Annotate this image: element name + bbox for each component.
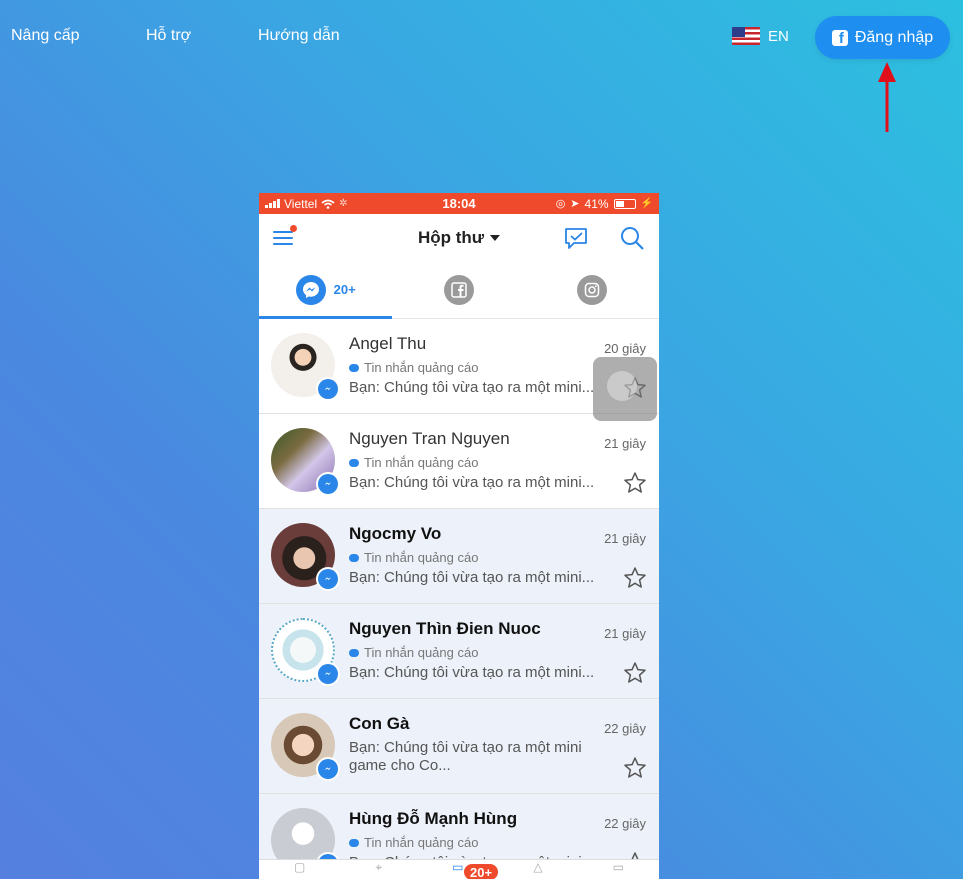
message-time: 22 giây	[604, 816, 646, 831]
nav-support-link[interactable]: Hỗ trợ	[146, 27, 191, 45]
menu-icon[interactable]	[273, 224, 297, 247]
star-icon[interactable]	[623, 566, 647, 590]
message-time: 22 giây	[604, 721, 646, 736]
red-arrow-icon	[878, 62, 896, 132]
facebook-icon	[443, 274, 474, 305]
bell-icon[interactable]: △	[533, 860, 542, 879]
bottom-tab-bar: ▢ ⌖ ▭ △ ▭	[259, 859, 659, 879]
message-preview: Bạn: Chúng tôi vừa tạo ra một mini game …	[349, 739, 582, 774]
login-button[interactable]: f Đăng nhập	[815, 16, 950, 59]
platform-tabs: 20+	[259, 261, 659, 319]
lock-rotation-icon: ◎	[555, 198, 566, 210]
battery-label: 41%	[584, 196, 609, 211]
tab-facebook[interactable]	[392, 261, 525, 318]
inbox-title-dropdown[interactable]: Hộp thư	[417, 227, 501, 248]
briefcase-icon[interactable]: ▭	[613, 860, 624, 879]
loading-icon: ✲	[339, 198, 348, 209]
tab-messenger[interactable]: 20+	[259, 261, 393, 319]
nav-guide-link[interactable]: Hướng dẫn	[258, 27, 340, 45]
store-icon[interactable]: ▢	[294, 860, 305, 879]
message-time: 21 giây	[604, 626, 646, 641]
carrier-label: Viettel	[284, 196, 318, 211]
location-icon: ➤	[570, 198, 580, 210]
battery-icon	[613, 198, 636, 209]
message-preview: Bạn: Chúng tôi vừa tạo ra một mini...	[349, 664, 595, 681]
charging-icon: ⚡	[640, 198, 653, 209]
conversation-row[interactable]: Nguyen Thìn Đien Nuoc Tin nhắn quảng cáo…	[259, 604, 659, 699]
message-time: 21 giây	[604, 531, 646, 546]
message-time: 20 giây	[604, 341, 646, 356]
wifi-icon	[321, 199, 335, 209]
signal-icon	[265, 199, 280, 208]
touch-indicator	[593, 357, 657, 421]
messenger-badge-icon	[316, 377, 340, 401]
ad-message-tag: Tin nhắn quảng cáo	[349, 454, 659, 471]
nav-upgrade-link[interactable]: Nâng cấp	[11, 27, 80, 45]
language-selector[interactable]: EN	[732, 27, 789, 45]
app-header: Hộp thư	[259, 214, 659, 261]
tab-instagram[interactable]	[526, 261, 659, 318]
messenger-icon	[295, 274, 326, 305]
message-time: 21 giây	[604, 436, 646, 451]
message-preview: Bạn: Chúng tôi vừa tạo ra một mini...	[349, 569, 595, 586]
phone-screen: Viettel ✲ 18:04 ◎ ➤ 41% ⚡ Hộp thư 20+ An…	[259, 193, 659, 879]
messenger-count: 20+	[333, 282, 356, 297]
ad-message-tag: Tin nhắn quảng cáo	[349, 834, 659, 851]
messenger-badge-icon	[316, 567, 340, 591]
conversation-row[interactable]: Ngocmy Vo Tin nhắn quảng cáo Bạn: Chúng …	[259, 509, 659, 604]
notification-dot	[290, 224, 297, 232]
facebook-icon: f	[831, 29, 848, 46]
ad-message-tag: Tin nhắn quảng cáo	[349, 549, 659, 566]
messenger-badge-icon	[316, 662, 340, 686]
search-icon[interactable]	[619, 225, 645, 251]
star-icon[interactable]	[623, 661, 647, 685]
pin-icon[interactable]: ⌖	[375, 860, 382, 879]
caret-down-icon	[490, 234, 501, 241]
inbox-title: Hộp thư	[417, 227, 485, 247]
status-bar: Viettel ✲ 18:04 ◎ ➤ 41% ⚡	[259, 193, 659, 214]
ad-message-tag: Tin nhắn quảng cáo	[349, 644, 659, 661]
message-preview: Bạn: Chúng tôi vừa tạo ra một mini...	[349, 474, 595, 491]
star-icon[interactable]	[623, 471, 647, 495]
status-time: 18:04	[442, 196, 476, 211]
mark-read-icon[interactable]	[563, 225, 589, 251]
star-icon[interactable]	[623, 756, 647, 780]
login-label: Đăng nhập	[854, 28, 934, 46]
messenger-badge-icon	[316, 472, 340, 496]
instagram-icon	[577, 274, 608, 305]
inbox-icon[interactable]: ▭	[452, 860, 463, 879]
language-label: EN	[768, 27, 789, 45]
inbox-count-badge: 20+	[463, 863, 500, 879]
conversation-row[interactable]: Nguyen Tran Nguyen Tin nhắn quảng cáo Bạ…	[259, 414, 659, 509]
messenger-badge-icon	[316, 757, 340, 781]
conversation-row[interactable]: Con Gà Bạn: Chúng tôi vừa tạo ra một min…	[259, 699, 659, 794]
us-flag-icon	[732, 27, 760, 45]
